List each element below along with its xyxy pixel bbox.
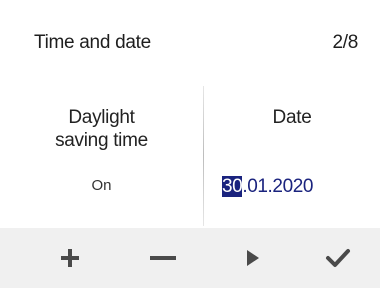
header: Time and date 2/8 <box>0 0 380 80</box>
date-rest: .01.2020 <box>242 176 314 197</box>
plus-icon <box>60 249 79 267</box>
checkmark-icon <box>325 249 350 267</box>
date-day-selected[interactable]: 30 <box>222 176 243 197</box>
minus-button[interactable] <box>115 228 210 288</box>
date-field[interactable]: Date 30.01.2020 <box>204 80 380 228</box>
date-label: Date <box>272 107 312 128</box>
toolbar <box>0 228 380 288</box>
minus-icon <box>149 256 176 260</box>
play-arrow-icon <box>246 250 259 266</box>
dst-label: Daylight saving time <box>0 106 203 152</box>
dst-label-line1: Daylight <box>68 107 135 128</box>
page-title: Time and date <box>34 32 151 53</box>
date-value[interactable]: 30.01.2020 <box>222 176 314 198</box>
settings-panel: Daylight saving time On Date 30.01.2020 <box>0 80 380 228</box>
dst-label-line2: saving time <box>55 130 148 151</box>
next-button[interactable] <box>205 228 300 288</box>
dst-value: On <box>91 177 112 194</box>
page-indicator: 2/8 <box>332 32 358 53</box>
plus-button[interactable] <box>22 228 117 288</box>
screen: Time and date 2/8 Daylight saving time O… <box>0 0 380 288</box>
dst-field[interactable]: Daylight saving time On <box>0 80 203 228</box>
confirm-button[interactable] <box>290 228 380 288</box>
